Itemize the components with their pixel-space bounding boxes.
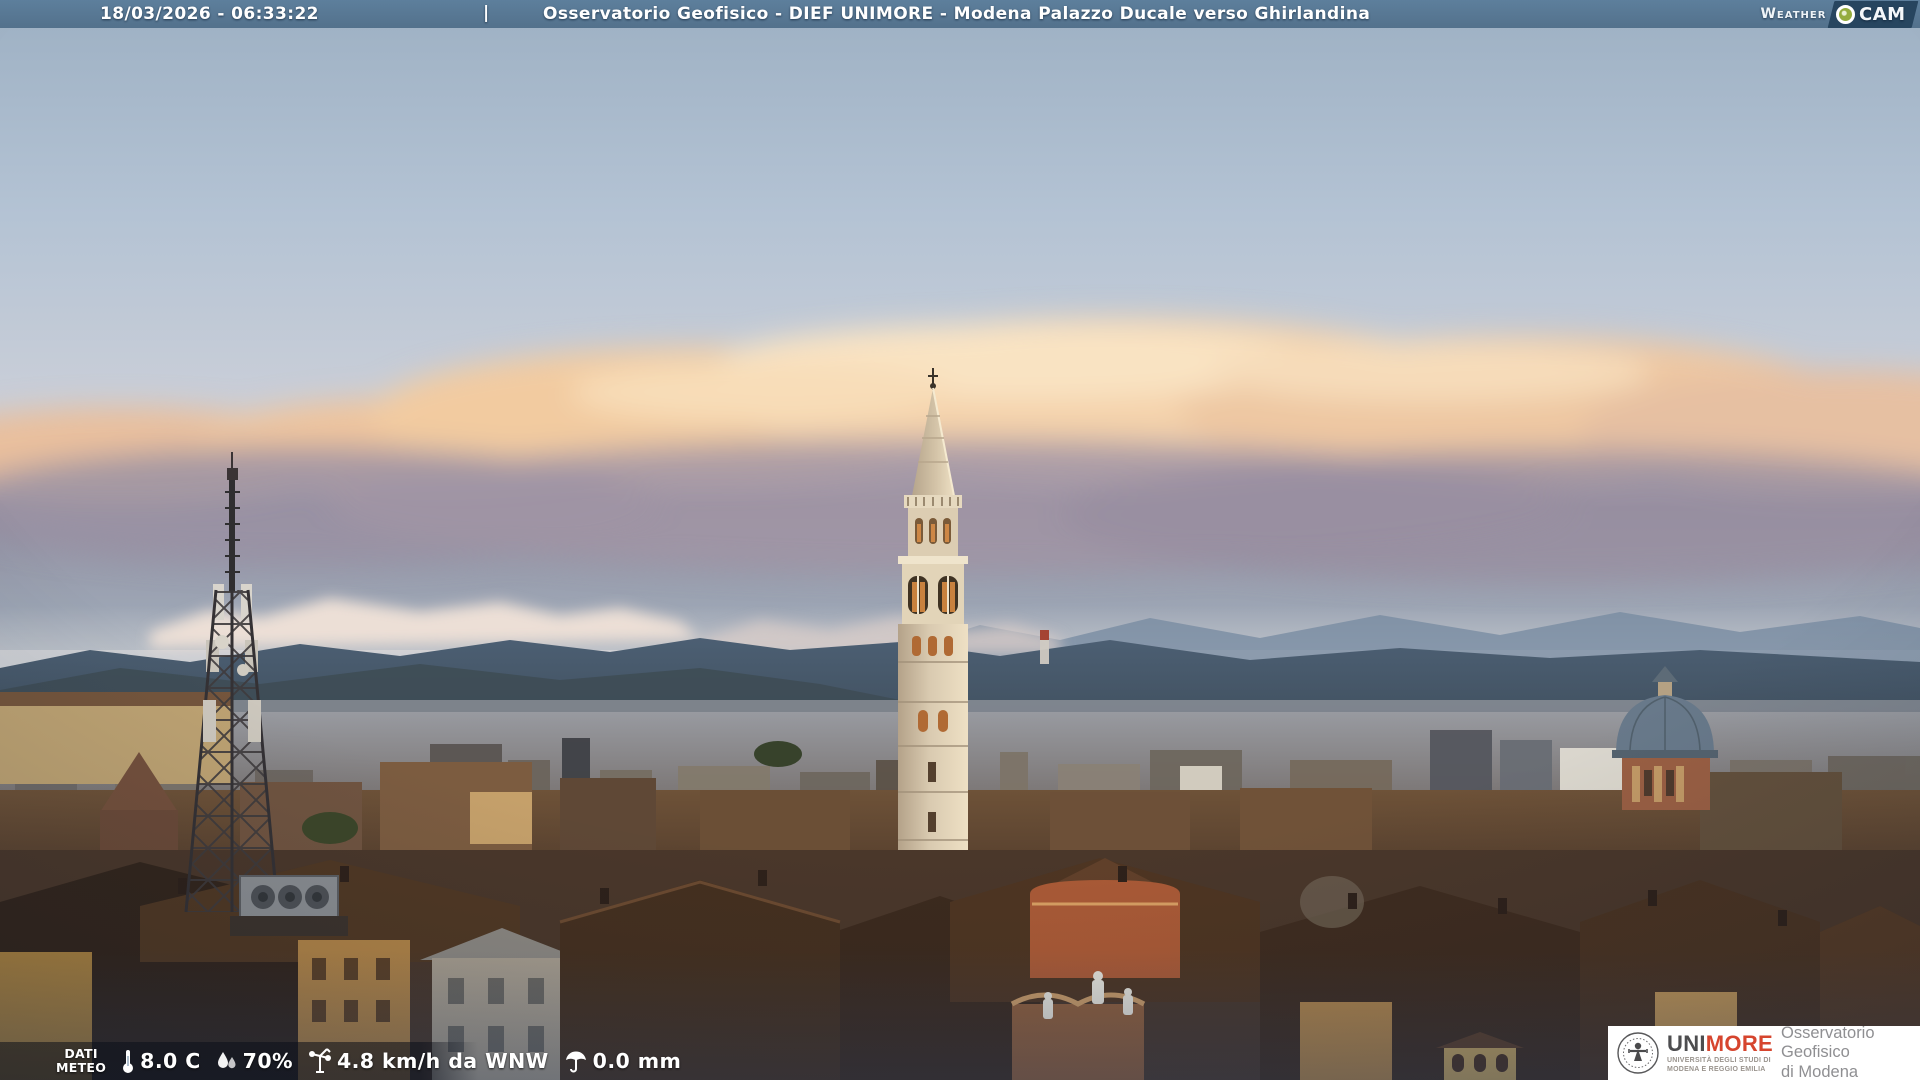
humidity-item: 70% [216, 1049, 293, 1073]
unimore-logo: UNIMORE UNIVERSITÀ DEGLI STUDI DI MODENA… [1667, 1031, 1773, 1074]
weathercam-logo-panel: CAM [1828, 0, 1919, 28]
humidity-value: 70% [242, 1049, 293, 1073]
top-info-bar: 18/03/2026 - 06:33:22 | Osservatorio Geo… [0, 0, 1920, 28]
datetime-text: 18/03/2026 - 06:33:22 [100, 4, 319, 24]
rain-item: 0.0 mm [564, 1049, 682, 1073]
webcam-screenshot: 18/03/2026 - 06:33:22 | Osservatorio Geo… [0, 0, 1920, 1080]
weathercam-logo-text-weather: Weather [1760, 6, 1827, 22]
weathercam-logo-text-cam: CAM [1859, 3, 1906, 25]
unimore-logo-uni: UNI [1667, 1031, 1706, 1056]
meteo-data-bar: DATI METEO 8.0 C 70% 4.8 km/h da WNW 0.0… [0, 1042, 681, 1080]
separator: | [483, 3, 490, 23]
webcam-title: Osservatorio Geofisico - DIEF UNIMORE - … [543, 4, 1371, 24]
camera-lens-dot-icon [1836, 4, 1856, 24]
unimore-branding-box: UNIMORE UNIVERSITÀ DEGLI STUDI DI MODENA… [1608, 1024, 1920, 1080]
meteo-label: DATI METEO [56, 1045, 107, 1076]
water-drops-icon [217, 1052, 236, 1069]
anemometer-icon [308, 1048, 331, 1073]
unimore-sub-line1: UNIVERSITÀ DEGLI STUDI DI [1667, 1057, 1771, 1064]
weathercam-logo: Weather CAM [1760, 0, 1919, 28]
observatory-name: Osservatorio Geofisico di Modena [1781, 1024, 1920, 1080]
wind-item: 4.8 km/h da WNW [308, 1048, 549, 1074]
vignette [0, 0, 1920, 1080]
temperature-item: 8.0 C [121, 1048, 201, 1074]
unimore-logo-more: MORE [1705, 1031, 1773, 1056]
temperature-value: 8.0 C [140, 1049, 201, 1073]
observatory-name-line1: Osservatorio Geofisico [1781, 1023, 1875, 1062]
wind-value: 4.8 km/h da WNW [336, 1049, 549, 1073]
meteo-label-line1: DATI [64, 1045, 98, 1061]
observatory-name-line2: di Modena [1781, 1062, 1859, 1080]
rain-value: 0.0 mm [592, 1049, 682, 1073]
umbrella-icon [565, 1051, 586, 1073]
thermometer-icon [123, 1050, 134, 1073]
city-panorama-photo [0, 0, 1920, 1080]
meteo-label-line2: METEO [56, 1060, 107, 1075]
unimore-sub-line2: MODENA E REGGIO EMILIA [1667, 1066, 1766, 1073]
unimore-crest-icon [1617, 1032, 1659, 1074]
